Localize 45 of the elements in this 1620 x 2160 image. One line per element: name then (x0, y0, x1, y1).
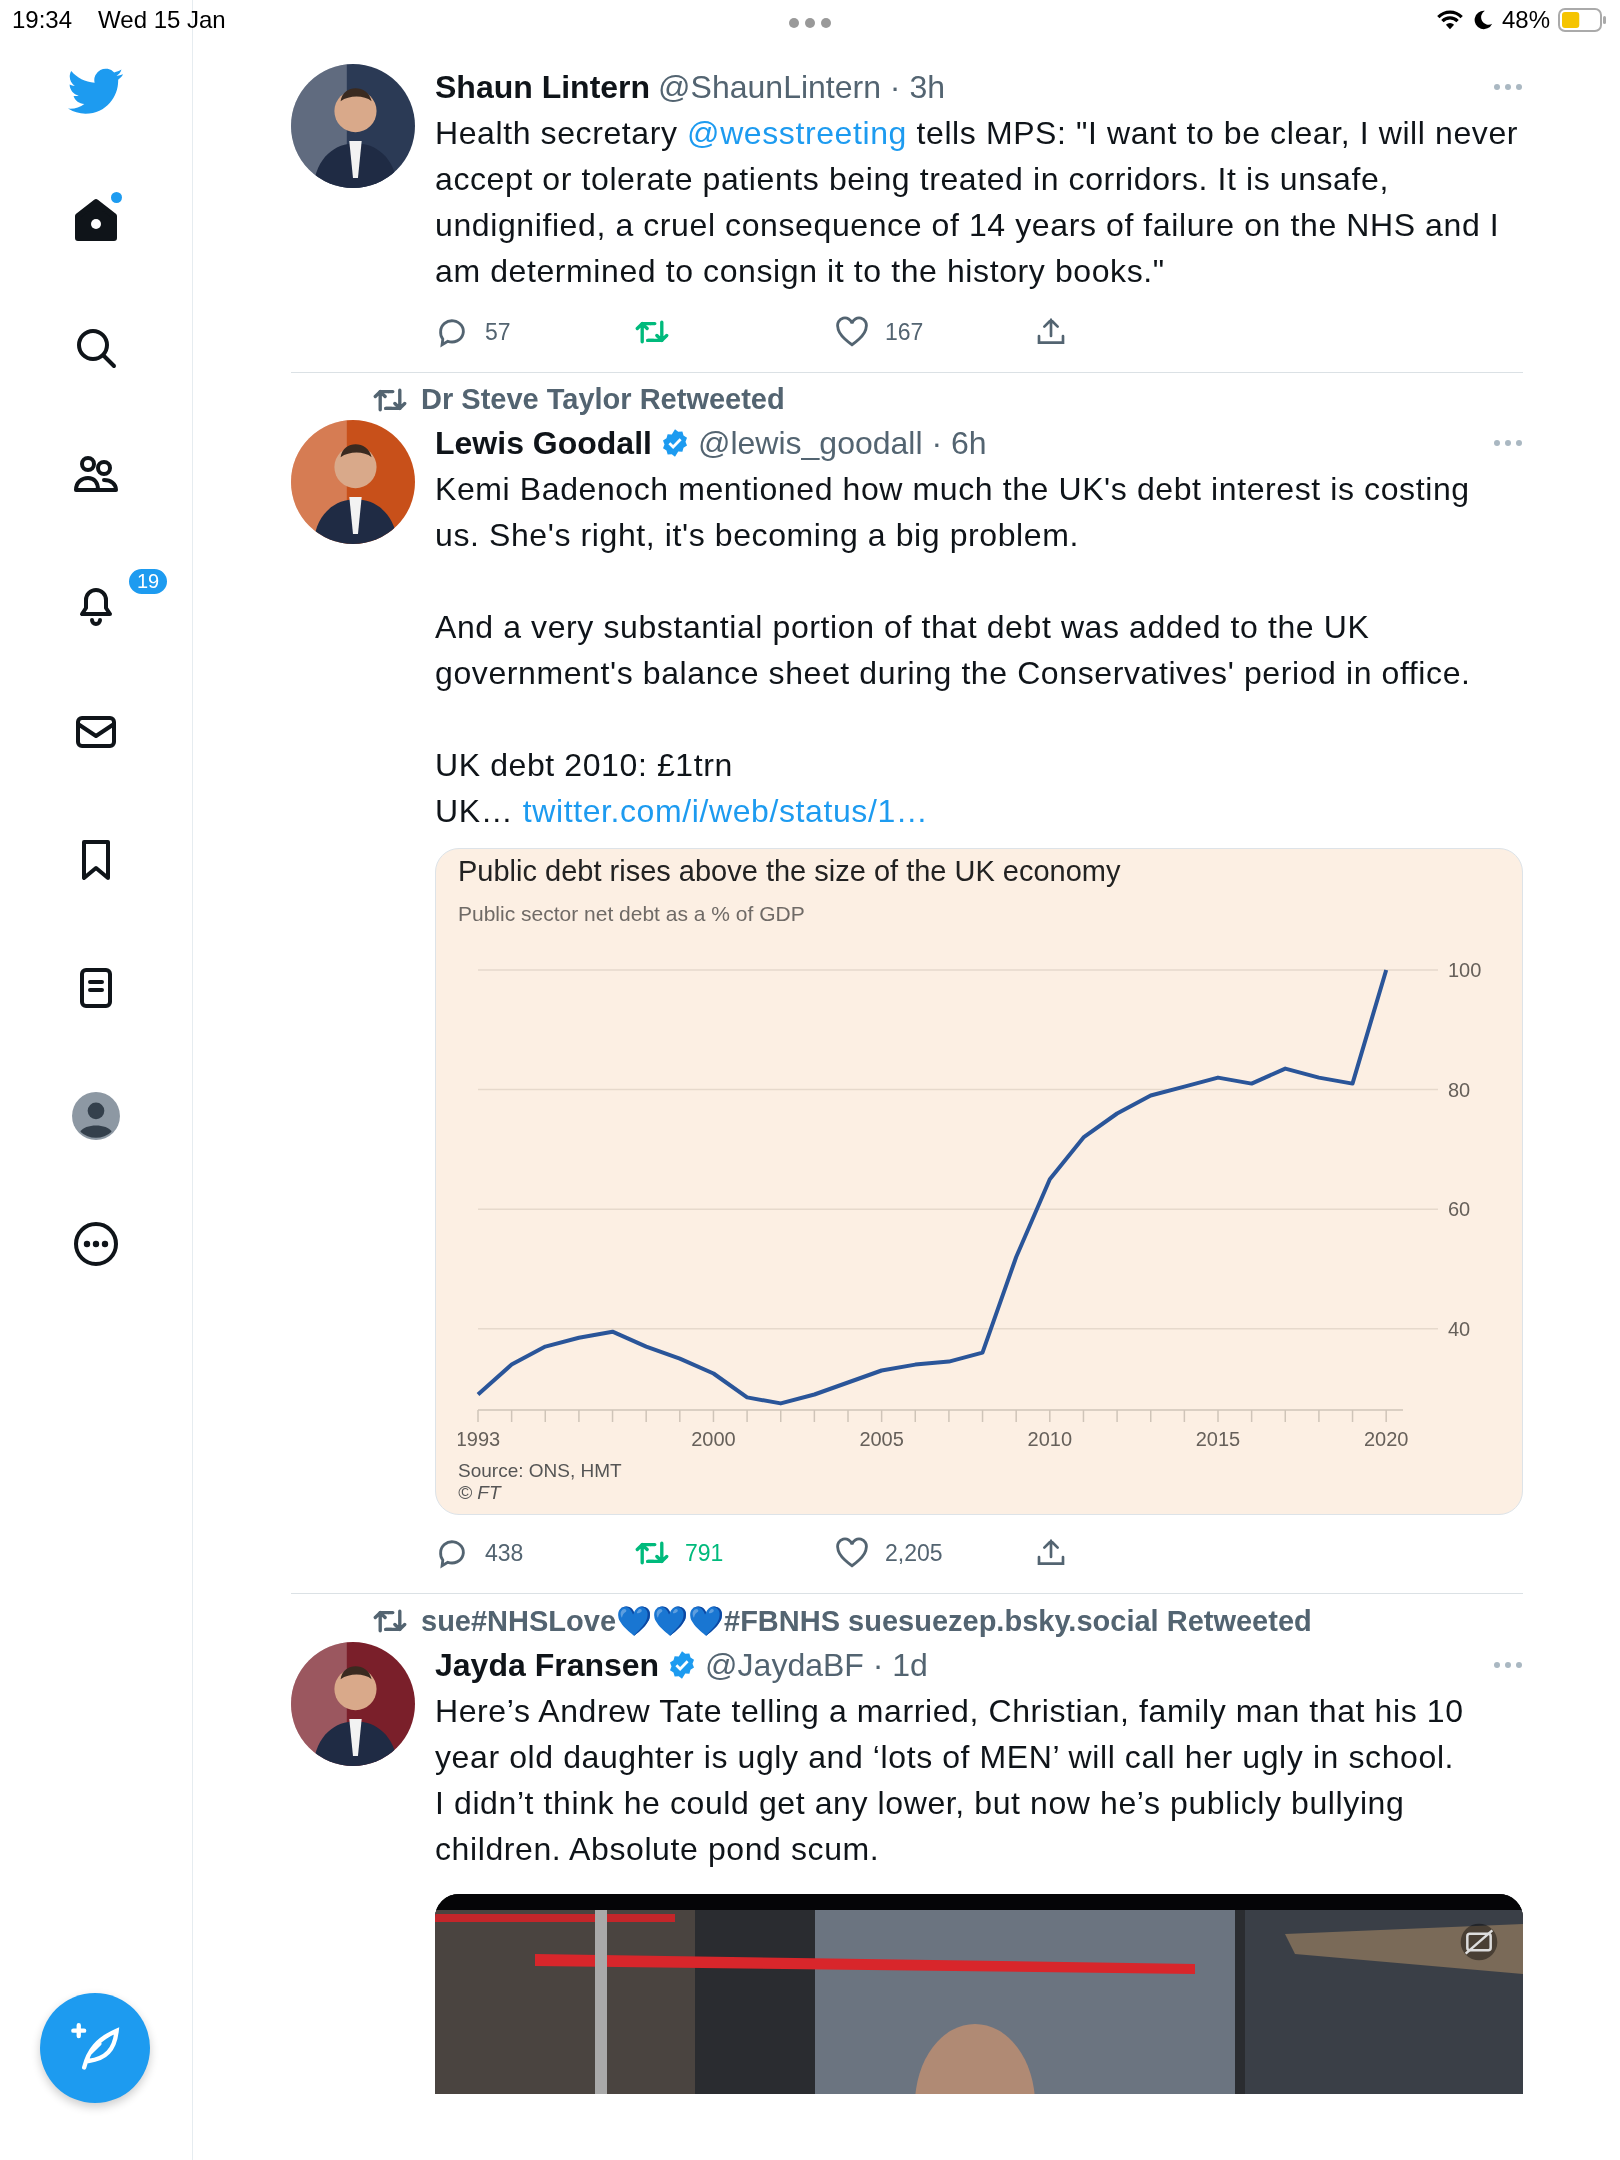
retweeted-by-label: Dr Steve Taylor Retweeted (421, 383, 785, 416)
battery-icon (1558, 8, 1608, 32)
axis-label: 2020 (1363, 1428, 1409, 1450)
heart-icon (835, 1537, 869, 1569)
battery-percent: 48% (1501, 6, 1550, 34)
chart-source: Source: ONS, HMT (458, 1460, 623, 1482)
compose-button[interactable] (40, 1993, 150, 2103)
heart-icon (835, 316, 869, 348)
captions-off-icon[interactable] (1459, 1922, 1499, 1962)
axis-label: 60 (1448, 1198, 1471, 1221)
author-handle: @ShaunLintern · 3h (658, 68, 945, 106)
author-name[interactable]: Lewis Goodall (435, 424, 652, 462)
author-name[interactable]: Shaun Lintern (435, 68, 651, 106)
axis-label: 2010 (1027, 1428, 1073, 1450)
reply-button[interactable]: 57 (435, 315, 635, 349)
tweet-text: And a very substantial portion of that debt was added to the UK government's balance sheet during the Conservatives' period in office. (435, 608, 1472, 693)
axis-label: 2005 (859, 1428, 904, 1450)
status-time: 19:34 (12, 6, 73, 34)
author-handle: @lewis_goodall · 6h (697, 424, 987, 462)
retweeted-by-label: sue#NHSLove💙💙💙#FBNHS suesuezep.bsky.social Retweeted (421, 1604, 1312, 1638)
axis-label: 80 (1448, 1078, 1471, 1101)
chart-subtitle: Public sector net debt as a % of GDP (458, 902, 806, 926)
multitasking-dots-icon[interactable] (787, 16, 833, 30)
wifi-icon (1435, 9, 1464, 31)
author-name[interactable]: Jayda Fransen (435, 1646, 660, 1684)
reply-button[interactable]: 438 (435, 1536, 635, 1570)
status-date: Wed 15 Jan (98, 6, 226, 34)
retweet-icon (635, 1539, 669, 1567)
author-handle: @JaydaBF · 1d (705, 1646, 928, 1684)
retweet-icon (635, 318, 669, 346)
tweet-text: Here’s Andrew Tate telling a married, Christian, family man that his 10 year old daughter is ugly and ‘lots of MEN’ will call her ugly in school. I didn’t think he could get any lower, but now he’s publicly bullying children. Absolute pond scum. (435, 1692, 1465, 1869)
axis-label: 2000 (691, 1428, 736, 1450)
chart-title: Public debt rises above the size of the UK economy (458, 855, 1122, 888)
like-button[interactable]: 2,205 (835, 1537, 1035, 1569)
chart-credit: © FT (458, 1482, 503, 1504)
axis-label: 1993 (458, 1428, 501, 1450)
axis-label: 100 (1448, 959, 1482, 981)
retweet-icon (373, 1607, 407, 1635)
bird-logo-icon[interactable] (68, 68, 124, 116)
tweet-text: Kemi Badenoch mentioned how much the UK's debt interest is costing us. She's right, it's becoming a big problem. (435, 470, 1471, 555)
tweet-text: Health secretary @wesstreeting tells MPS: "I want to be clear, I will never accept or tolerate patients being treated in corridors. It is unsafe, undignified, a cruel consequence of 14 years of failure on the NHS and I am determined to consign it to the history books." (435, 114, 1520, 291)
axis-label: 40 (1448, 1317, 1471, 1340)
like-button[interactable]: 167 (835, 316, 1035, 348)
axis-label: 2015 (1195, 1428, 1241, 1450)
tweet-text: UK debt 2010: £1trn UK… twitter.com/i/web/status/1… (435, 746, 930, 831)
